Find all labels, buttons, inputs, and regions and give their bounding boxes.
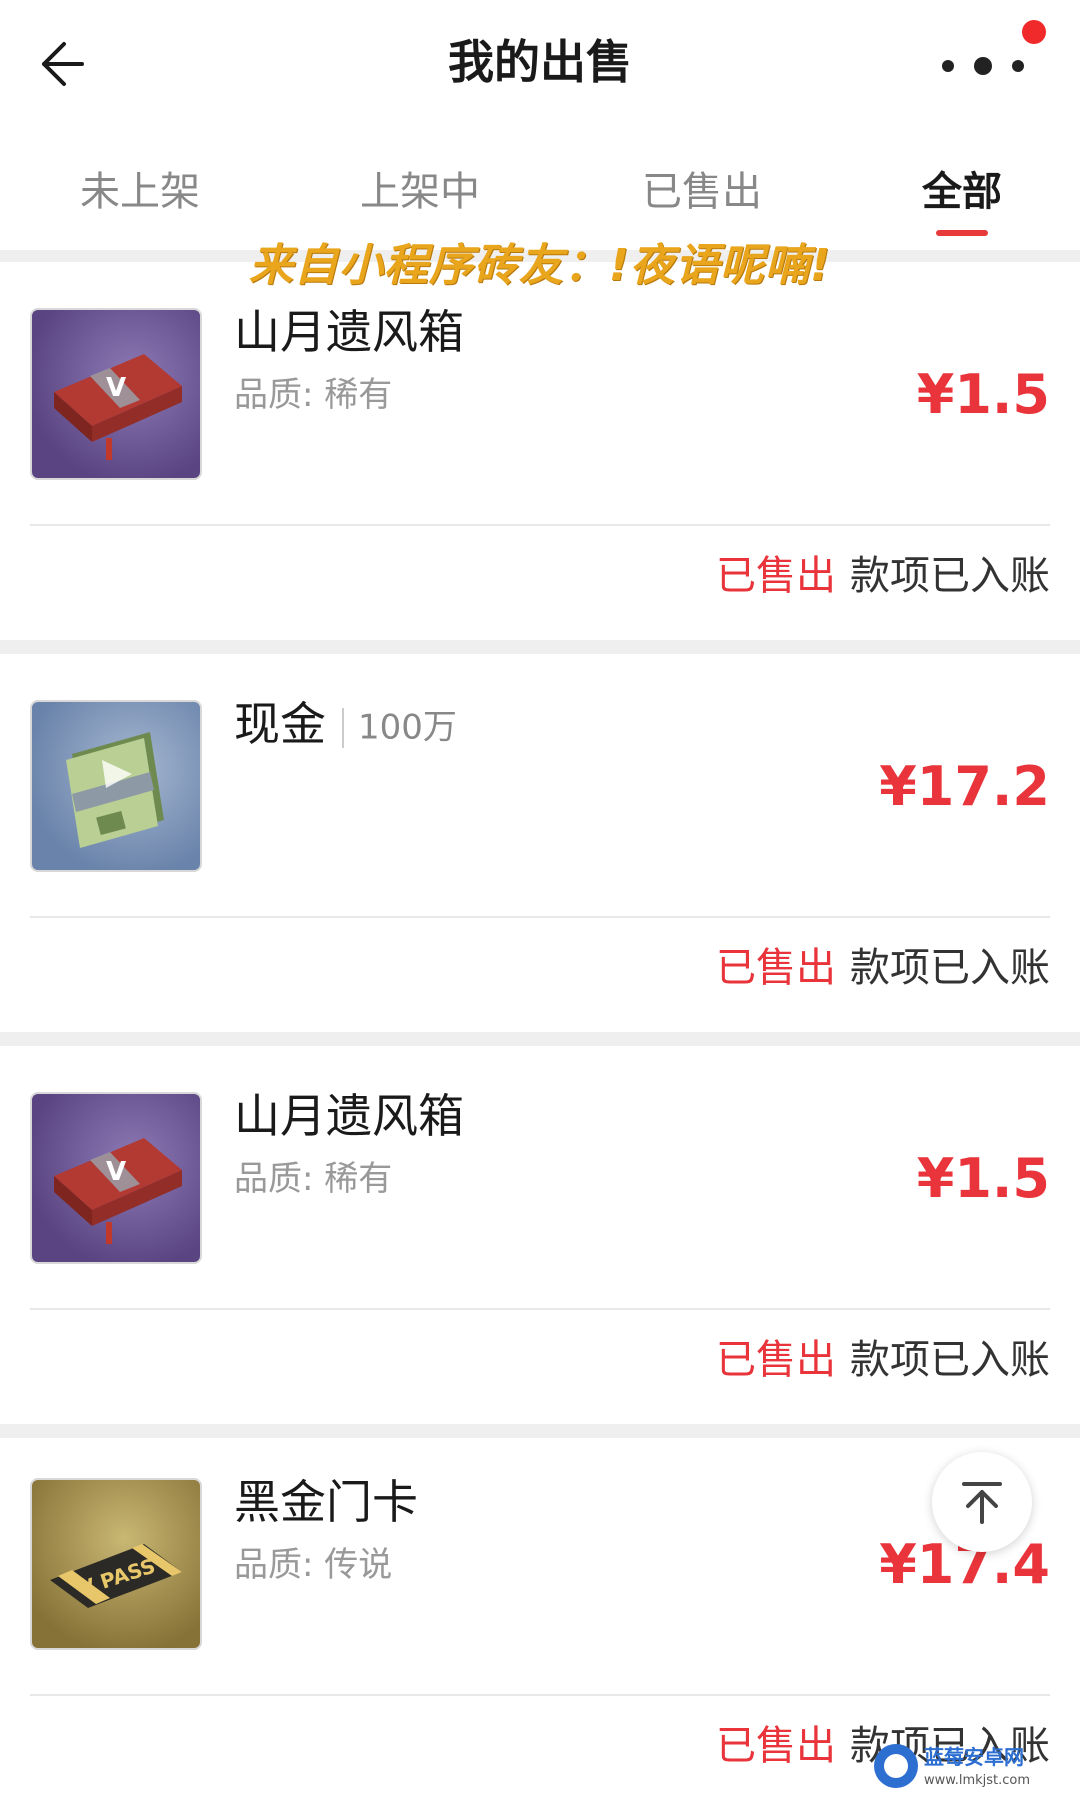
item-thumbnail: V xyxy=(30,1092,202,1264)
tab-bar: 未上架 上架中 已售出 全部 xyxy=(0,128,1080,250)
item-name: 山月遗风箱 xyxy=(234,1089,464,1143)
svg-text:V: V xyxy=(106,373,126,403)
sale-item-card[interactable]: V 山月遗风箱 品质: 稀有 ¥1.5 已售出 款项已入账 xyxy=(0,1046,1080,1424)
status-row: 已售出 款项已入账 xyxy=(716,1332,1050,1388)
item-quality: 品质: 稀有 xyxy=(234,375,393,415)
sale-item-card[interactable]: V 山月遗风箱 品质: 稀有 ¥1.5 已售出 款项已入账 xyxy=(0,262,1080,640)
sale-item-card[interactable]: 现金 100万 ¥17.2 已售出 款项已入账 xyxy=(0,654,1080,1032)
site-logo-badge: 蓝莓安卓网 www.lmkjst.com xyxy=(870,1734,1070,1794)
item-quality: 品质: 传说 xyxy=(234,1545,393,1585)
divider xyxy=(30,524,1050,526)
status-sold: 已售出 xyxy=(716,1337,836,1383)
site-url: www.lmkjst.com xyxy=(924,1773,1030,1788)
item-price: ¥1.5 xyxy=(916,363,1050,426)
crate-icon: V xyxy=(54,354,182,460)
crate-icon: V xyxy=(54,1138,182,1244)
status-sold: 已售出 xyxy=(716,553,836,599)
status-sold: 已售出 xyxy=(716,945,836,991)
svg-text:V: V xyxy=(106,1157,126,1187)
status-sold: 已售出 xyxy=(716,1723,836,1769)
tab-all[interactable]: 全部 xyxy=(912,164,1012,236)
tab-unlisted[interactable]: 未上架 xyxy=(70,164,210,220)
cash-icon xyxy=(66,732,164,848)
more-options-button[interactable] xyxy=(936,20,1046,94)
item-thumbnail: V xyxy=(30,308,202,480)
dot-icon xyxy=(974,57,992,75)
page-title: 我的出售 xyxy=(448,35,632,89)
item-thumbnail: V PASS xyxy=(30,1478,202,1650)
item-price: ¥1.5 xyxy=(916,1147,1050,1210)
site-name: 蓝莓安卓网 xyxy=(924,1745,1024,1769)
item-name: 现金 100万 xyxy=(234,697,457,751)
tab-sold[interactable]: 已售出 xyxy=(632,164,772,220)
dot-icon xyxy=(1012,60,1024,72)
item-quantity: 100万 xyxy=(358,707,457,748)
item-thumbnail xyxy=(30,700,202,872)
tab-listed[interactable]: 上架中 xyxy=(350,164,490,220)
pass-card-icon: V PASS xyxy=(50,1544,182,1608)
status-row: 已售出 款项已入账 xyxy=(716,940,1050,996)
divider xyxy=(342,707,344,748)
arrow-up-icon xyxy=(962,1482,1002,1524)
divider xyxy=(30,1694,1050,1696)
status-paid: 款项已入账 xyxy=(850,945,1050,991)
item-name: 黑金门卡 xyxy=(234,1475,418,1529)
dot-icon xyxy=(942,60,954,72)
status-paid: 款项已入账 xyxy=(850,1337,1050,1383)
divider xyxy=(30,1308,1050,1310)
status-paid: 款项已入账 xyxy=(850,553,1050,599)
scroll-to-top-button[interactable] xyxy=(932,1452,1032,1552)
watermark-text: 来自小程序砖友：!夜语呢喃! xyxy=(248,240,832,291)
item-name: 山月遗风箱 xyxy=(234,305,464,359)
divider xyxy=(30,916,1050,918)
item-quality: 品质: 稀有 xyxy=(234,1159,393,1199)
item-price: ¥17.2 xyxy=(879,755,1050,818)
status-row: 已售出 款项已入账 xyxy=(716,548,1050,604)
notification-dot xyxy=(1022,20,1046,44)
top-bar: 我的出售 xyxy=(0,0,1080,128)
